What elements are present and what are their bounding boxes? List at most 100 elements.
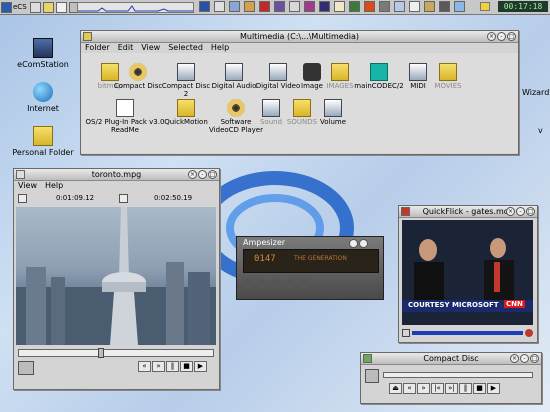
menu-help[interactable]: Help (211, 43, 229, 53)
speaker-icon[interactable] (365, 369, 379, 383)
acrobat-icon[interactable] (259, 1, 270, 12)
track-title: THE GENERATION (294, 255, 347, 262)
quickflick-titlebar[interactable]: QuickFlick - gates.mov × - □ (399, 206, 537, 218)
app-launch-icon[interactable] (424, 1, 435, 12)
folder-item-quickmotion[interactable]: QuickMotion (159, 99, 213, 126)
multimedia-titlebar[interactable]: Multimedia (C:\...\Multimedia) × - □ (81, 31, 518, 43)
app-launch-icon[interactable] (274, 1, 285, 12)
quickflick-video[interactable]: COURTESY MICROSOFT CNN (402, 220, 533, 325)
close-icon[interactable]: × (506, 207, 515, 216)
menu-view[interactable]: View (18, 181, 37, 191)
minimize-icon[interactable]: - (497, 32, 506, 41)
stop-icon[interactable]: ■ (473, 383, 486, 394)
next-track-icon[interactable]: »| (445, 383, 458, 394)
maximize-icon[interactable]: □ (530, 354, 539, 363)
menu-help[interactable]: Help (45, 181, 63, 191)
folder-icon (177, 99, 195, 117)
menu-view[interactable]: View (141, 43, 160, 53)
mark-start-icon[interactable] (18, 194, 27, 203)
compact-disc-titlebar[interactable]: Compact Disc × - □ (361, 353, 541, 365)
menu-selected[interactable]: Selected (168, 43, 203, 53)
folder-icon[interactable] (83, 32, 92, 41)
app-launch-icon[interactable] (304, 1, 315, 12)
maximize-icon[interactable]: □ (208, 170, 217, 179)
close-icon[interactable] (359, 239, 368, 248)
folder-item-compact-disc[interactable]: Compact Disc (111, 63, 165, 90)
volume-slider[interactable] (383, 372, 533, 378)
folder-item-movies[interactable]: MOVIES (421, 63, 475, 90)
app-launch-icon[interactable] (244, 1, 255, 12)
app-launch-icon[interactable] (214, 1, 225, 12)
video-icon[interactable] (16, 170, 25, 179)
play-button[interactable] (243, 279, 253, 289)
app-launch-icon[interactable] (454, 1, 465, 12)
ecs-menu-icon[interactable] (1, 1, 12, 13)
app-launch-icon[interactable] (229, 1, 240, 12)
pause-icon[interactable]: ‖ (459, 383, 472, 394)
stop-button[interactable] (257, 279, 267, 289)
stop-icon[interactable]: ■ (180, 361, 193, 372)
record-icon[interactable] (525, 329, 533, 337)
folder-item-readme[interactable]: OS/2 Plug-In Pack v3.0 ReadMe (85, 99, 165, 134)
forward-icon[interactable]: » (152, 361, 165, 372)
minimize-icon[interactable]: - (516, 207, 525, 216)
ampesizer-buttons (243, 279, 309, 289)
quickflick-window: QuickFlick - gates.mov × - □ COURTESY MI… (398, 205, 538, 343)
close-icon[interactable]: × (188, 170, 197, 179)
folder-item-volume[interactable]: Volume (306, 99, 360, 126)
eject-button[interactable] (299, 279, 309, 289)
maximize-icon[interactable]: □ (507, 32, 516, 41)
item-label: IMAGES (326, 82, 354, 90)
play-icon[interactable]: ▶ (194, 361, 207, 372)
seek-thumb[interactable] (97, 348, 104, 358)
rewind-icon[interactable]: « (138, 361, 151, 372)
app-icon[interactable] (401, 207, 410, 216)
menu-folder[interactable]: Folder (85, 43, 110, 53)
rewind-icon[interactable]: « (403, 383, 416, 394)
app-launch-icon[interactable] (439, 1, 450, 12)
search-icon[interactable] (55, 1, 67, 13)
folder-icon (439, 63, 457, 81)
video-frame[interactable] (16, 207, 216, 345)
app-launch-icon[interactable] (394, 1, 405, 12)
app-launch-icon[interactable] (289, 1, 300, 12)
speaker-icon[interactable] (18, 361, 34, 375)
cd-icon[interactable] (363, 354, 372, 363)
app-launch-icon[interactable] (199, 1, 210, 12)
mark-range-icon[interactable] (119, 194, 128, 203)
app-launch-icon[interactable] (319, 1, 330, 12)
next-button[interactable] (285, 279, 295, 289)
position-bar[interactable] (412, 331, 523, 335)
globe-icon (33, 82, 53, 102)
desktop-icon-personal-folder[interactable]: Personal Folder (8, 126, 78, 157)
play-icon[interactable]: ▶ (487, 383, 500, 394)
taskbar: eCS 00:17:18 (0, 0, 550, 15)
forward-icon[interactable]: » (417, 383, 430, 394)
seek-bar[interactable] (18, 348, 214, 358)
menu-edit[interactable]: Edit (118, 43, 134, 53)
previous-track-icon[interactable]: |« (431, 383, 444, 394)
prev-button[interactable] (271, 279, 281, 289)
minimize-icon[interactable]: - (198, 170, 207, 179)
desktop-icon-internet[interactable]: Internet (8, 82, 78, 113)
app-launch-icon[interactable] (379, 1, 390, 12)
play-icon[interactable] (402, 329, 410, 337)
folder-icon[interactable] (42, 1, 54, 13)
close-icon[interactable]: × (510, 354, 519, 363)
drives-icon[interactable] (29, 1, 41, 13)
app-launch-icon[interactable] (349, 1, 360, 12)
item-label: QuickMotion (164, 118, 208, 126)
pause-icon[interactable]: ‖ (166, 361, 179, 372)
eject-icon[interactable]: ⏏ (389, 383, 402, 394)
close-icon[interactable]: × (487, 32, 496, 41)
app-launch-icon[interactable] (409, 1, 420, 12)
desktop-icon-ecomstation[interactable]: eComStation (8, 38, 78, 69)
app-launch-icon[interactable] (364, 1, 375, 12)
maximize-icon[interactable]: □ (526, 207, 535, 216)
minimize-icon[interactable]: - (520, 354, 529, 363)
folder-item-compact-disc-2[interactable]: Compact Disc 2 (159, 63, 213, 98)
app-launch-icon[interactable] (334, 1, 345, 12)
minimize-icon[interactable] (349, 239, 358, 248)
toronto-titlebar[interactable]: toronto.mpg × - □ (14, 169, 219, 181)
warning-icon[interactable] (480, 2, 490, 11)
